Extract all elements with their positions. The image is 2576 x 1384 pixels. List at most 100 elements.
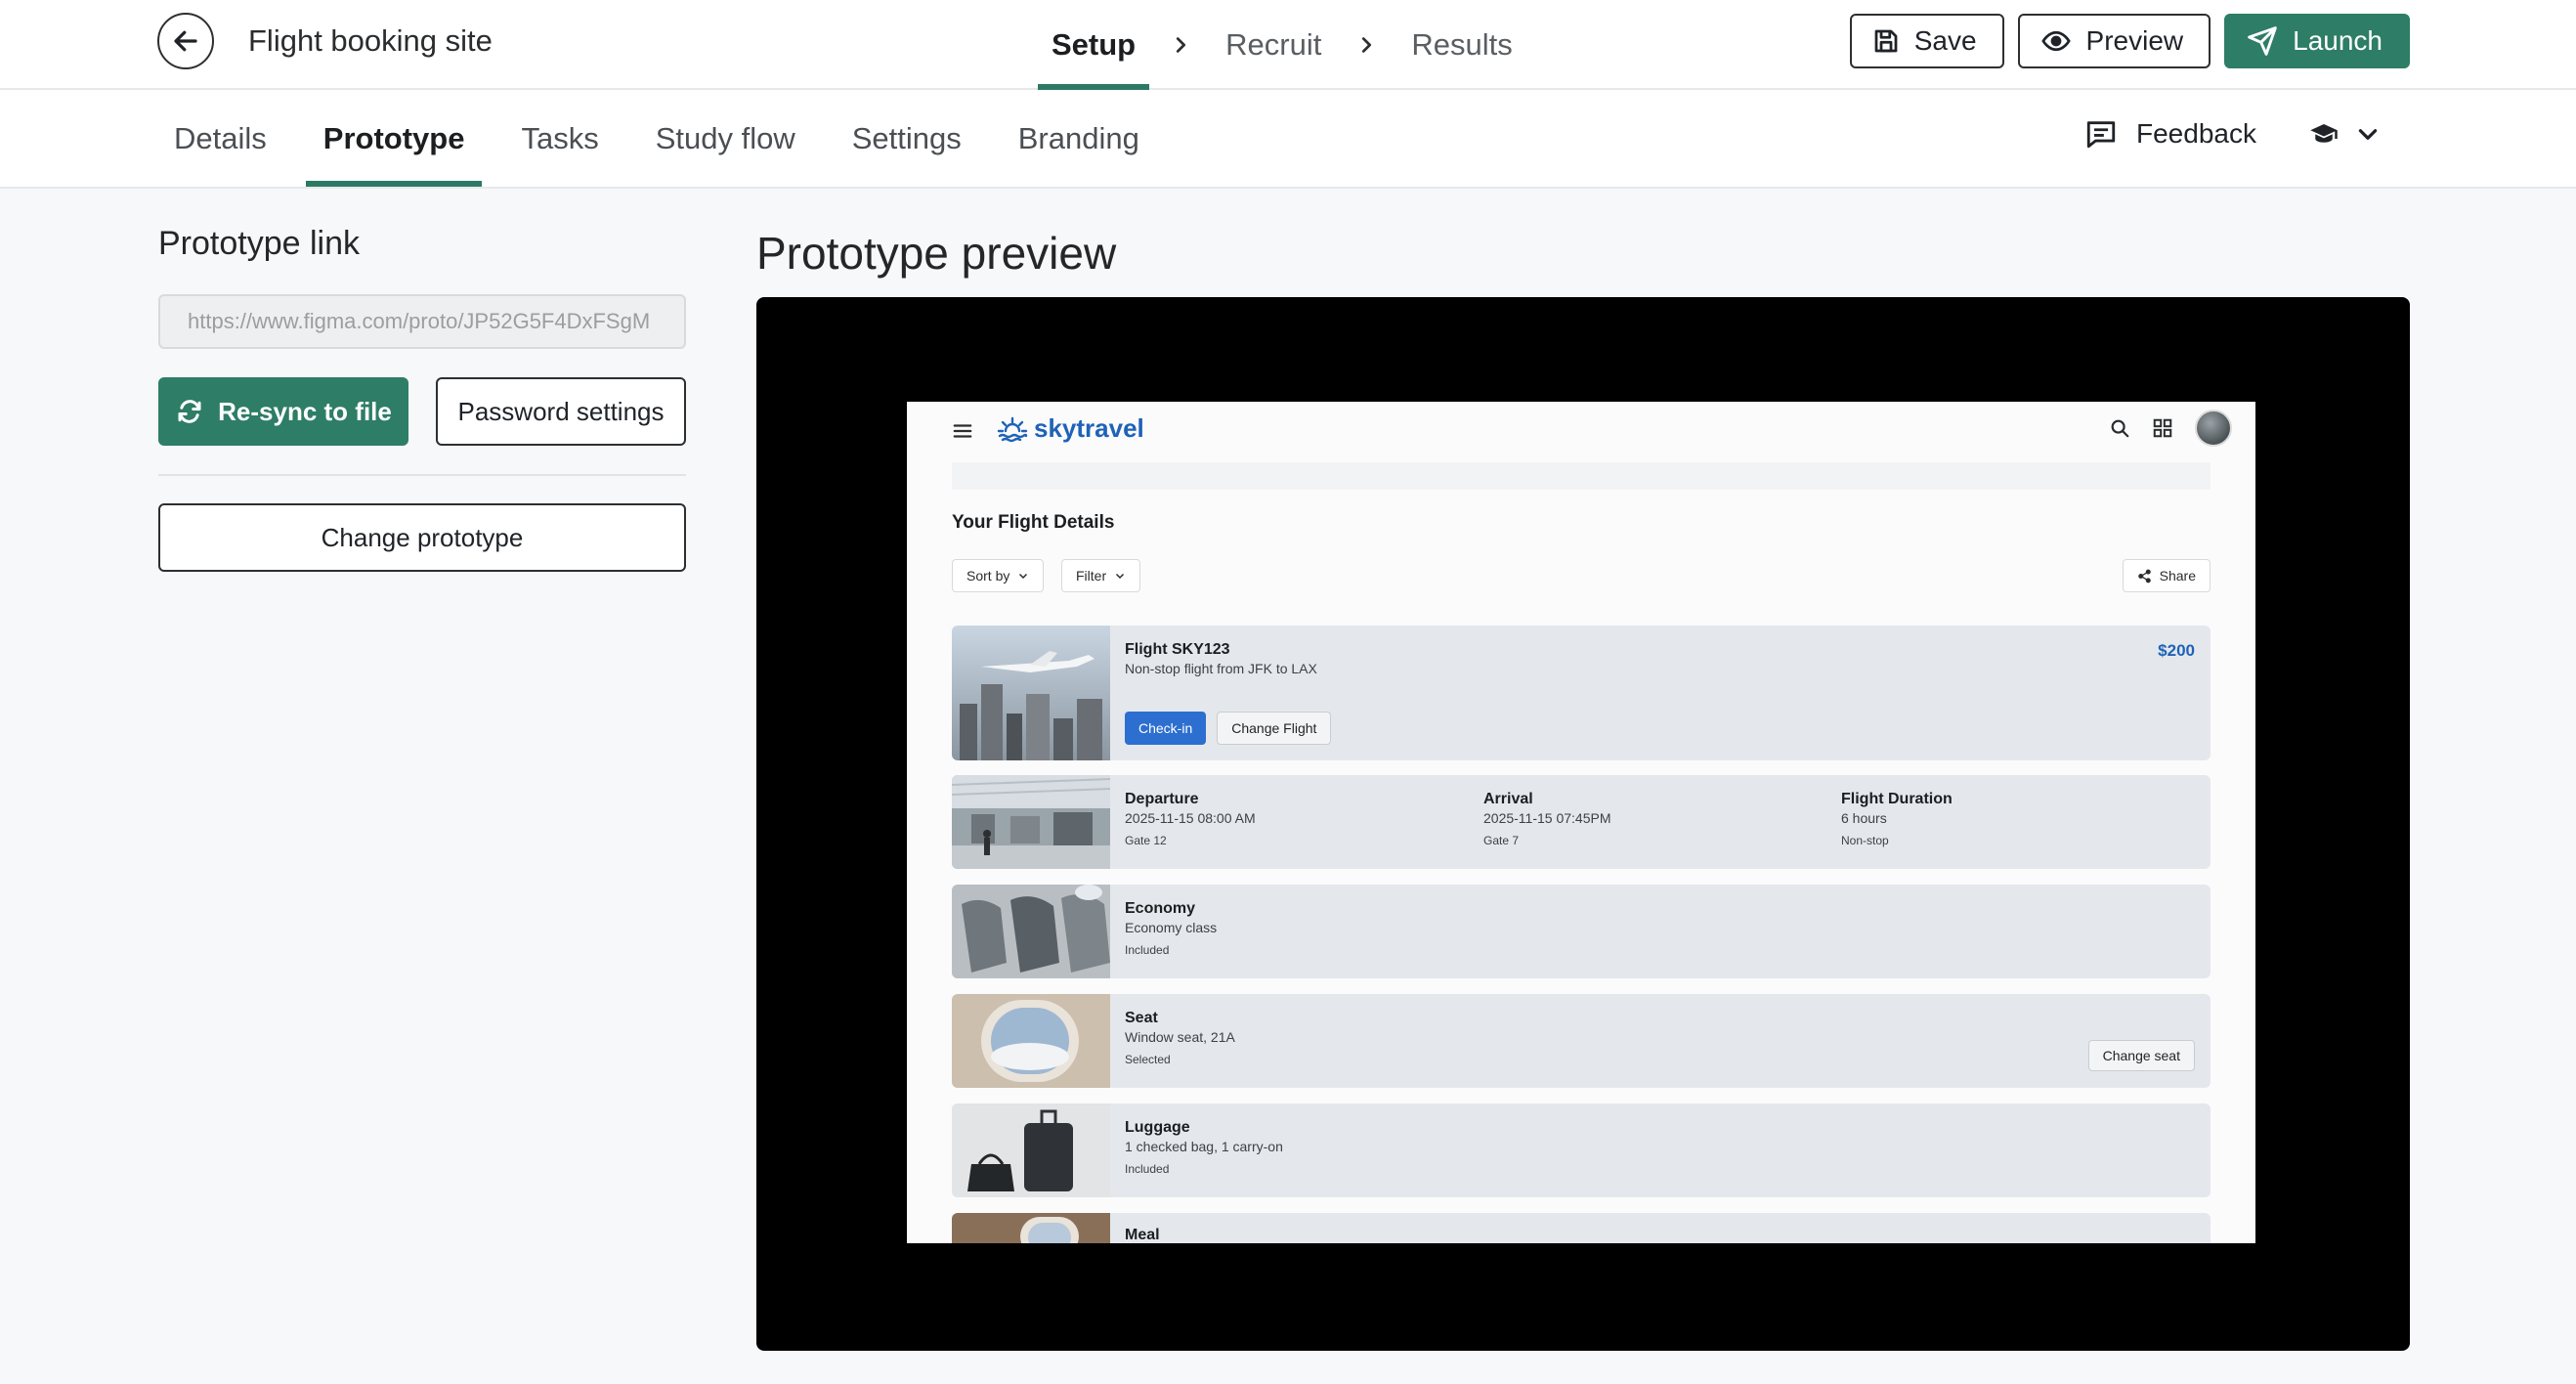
meal-title: Meal: [1125, 1227, 1160, 1243]
check-in-button[interactable]: Check-in: [1125, 712, 1207, 745]
skytravel-logo[interactable]: skytravel: [997, 413, 1144, 444]
schedule-card-body: Departure 2025-11-15 08:00 AM Gate 12 Ar…: [1125, 775, 2211, 869]
luggage-card-body: Luggage 1 checked bag, 1 carry-on Includ…: [1125, 1103, 2211, 1197]
prototype-screen[interactable]: skytravel Your Flight Details Sort by Fi…: [907, 402, 2255, 1243]
tab-tasks[interactable]: Tasks: [503, 90, 616, 187]
seat-subtitle: Window seat, 21A: [1125, 1029, 1235, 1045]
sun-logo-icon: [997, 416, 1028, 442]
duration-value: 6 hours: [1841, 810, 1887, 826]
duration-title: Flight Duration: [1841, 791, 1953, 807]
change-seat-button[interactable]: Change seat: [2087, 1040, 2195, 1071]
seat-card: Seat Window seat, 21A Selected Change se…: [952, 994, 2211, 1088]
flight-description: Non-stop flight from JFK to LAX: [1125, 661, 1317, 676]
economy-card-body: Economy Economy class Included: [1125, 885, 2211, 978]
economy-subtitle: Economy class: [1125, 920, 1218, 935]
seat-title: Seat: [1125, 1010, 1158, 1026]
tab-branding[interactable]: Branding: [1001, 90, 1157, 187]
learn-menu[interactable]: [2306, 119, 2381, 149]
avatar[interactable]: [2195, 410, 2232, 447]
launch-button[interactable]: Launch: [2224, 14, 2410, 68]
arrow-left-icon: [174, 30, 197, 52]
top-actions: Save Preview Launch: [1849, 14, 2410, 68]
change-prototype-button[interactable]: Change prototype: [158, 503, 686, 572]
header-band: [952, 462, 2211, 490]
flight-card-body: Flight SKY123 Non-stop flight from JFK t…: [1125, 626, 2211, 760]
luggage-subtitle: 1 checked bag, 1 carry-on: [1125, 1139, 1283, 1154]
arrival-info: Arrival 2025-11-15 07:45PM Gate 7: [1483, 791, 1611, 847]
back-button[interactable]: [157, 13, 214, 69]
seat-note: Selected: [1125, 1053, 1171, 1066]
preview-button[interactable]: Preview: [2017, 14, 2211, 68]
airplane-city-image: [952, 626, 1110, 760]
tab-study-flow[interactable]: Study flow: [638, 90, 813, 187]
meal-card: Meal: [952, 1213, 2211, 1243]
password-settings-button[interactable]: Password settings: [436, 377, 686, 446]
arrival-gate: Gate 7: [1483, 834, 1520, 847]
sort-by-label: Sort by: [966, 568, 1010, 584]
resync-button[interactable]: Re-sync to file: [158, 377, 408, 446]
flight-name: Flight SKY123: [1125, 641, 1230, 658]
share-icon: [2137, 569, 2151, 583]
flight-card: Flight SKY123 Non-stop flight from JFK t…: [952, 626, 2211, 760]
economy-note: Included: [1125, 943, 1170, 957]
feedback-button[interactable]: Feedback: [2083, 117, 2256, 151]
airplane-window-image: [952, 994, 1110, 1088]
graduation-cap-icon: [2310, 124, 2338, 143]
economy-card: Economy Economy class Included: [952, 885, 2211, 978]
preview-label: Preview: [2085, 25, 2184, 56]
prototype-link-field[interactable]: [158, 294, 686, 349]
skytravel-header: skytravel: [907, 402, 2255, 462]
airport-terminal-image: [952, 775, 1110, 869]
refresh-icon: [178, 400, 201, 423]
departure-info: Departure 2025-11-15 08:00 AM Gate 12: [1125, 791, 1256, 847]
sort-by-button[interactable]: Sort by: [952, 559, 1045, 592]
share-label: Share: [2159, 568, 2196, 584]
sub-nav: Details Prototype Tasks Study flow Setti…: [0, 90, 2576, 189]
duration-info: Flight Duration 6 hours Non-stop: [1841, 791, 1953, 847]
tab-prototype[interactable]: Prototype: [305, 90, 483, 187]
top-bar: Flight booking site Setup Recruit Result…: [0, 0, 2576, 90]
brand-name: skytravel: [1034, 413, 1144, 443]
prototype-link-heading: Prototype link: [158, 225, 360, 262]
seat-card-body: Seat Window seat, 21A Selected Change se…: [1125, 994, 2211, 1088]
grid-icon[interactable]: [2152, 417, 2173, 439]
meal-window-image: [952, 1213, 1110, 1243]
departure-title: Departure: [1125, 791, 1199, 807]
send-icon: [2248, 26, 2277, 56]
filter-label: Filter: [1076, 568, 1107, 584]
chevron-down-icon: [2358, 129, 2378, 140]
duration-note: Non-stop: [1841, 834, 1889, 847]
chevron-right-icon: [1161, 34, 1200, 56]
study-title: Flight booking site: [248, 23, 493, 58]
chevron-down-icon: [1019, 573, 1028, 580]
prototype-preview-heading: Prototype preview: [756, 228, 1117, 279]
step-setup[interactable]: Setup: [1026, 0, 1161, 90]
save-icon: [1874, 29, 1898, 53]
economy-title: Economy: [1125, 900, 1196, 917]
flight-details-title: Your Flight Details: [952, 512, 1115, 533]
stepper: Setup Recruit Results: [1026, 0, 1538, 90]
divider: [158, 474, 686, 476]
chevron-down-icon: [1116, 573, 1125, 580]
eye-icon: [2040, 30, 2071, 52]
tab-details[interactable]: Details: [156, 90, 284, 187]
meal-card-body: Meal: [1125, 1213, 2211, 1243]
departure-time: 2025-11-15 08:00 AM: [1125, 810, 1256, 826]
arrival-time: 2025-11-15 07:45PM: [1483, 810, 1611, 826]
setup-tabs: Details Prototype Tasks Study flow Setti…: [156, 90, 1179, 187]
feedback-label: Feedback: [2136, 118, 2256, 149]
launch-label: Launch: [2293, 25, 2383, 56]
save-button[interactable]: Save: [1849, 14, 2004, 68]
share-button[interactable]: Share: [2122, 559, 2211, 592]
save-label: Save: [1913, 25, 1977, 56]
filter-button[interactable]: Filter: [1061, 559, 1141, 592]
comment-icon: [2086, 121, 2116, 149]
step-recruit[interactable]: Recruit: [1200, 0, 1347, 90]
tab-settings[interactable]: Settings: [835, 90, 979, 187]
search-icon[interactable]: [2109, 417, 2130, 439]
chevron-right-icon: [1347, 34, 1386, 56]
hamburger-menu-icon[interactable]: [952, 420, 973, 442]
step-results[interactable]: Results: [1386, 0, 1537, 90]
change-flight-button[interactable]: Change Flight: [1217, 712, 1332, 745]
arrival-title: Arrival: [1483, 791, 1533, 807]
